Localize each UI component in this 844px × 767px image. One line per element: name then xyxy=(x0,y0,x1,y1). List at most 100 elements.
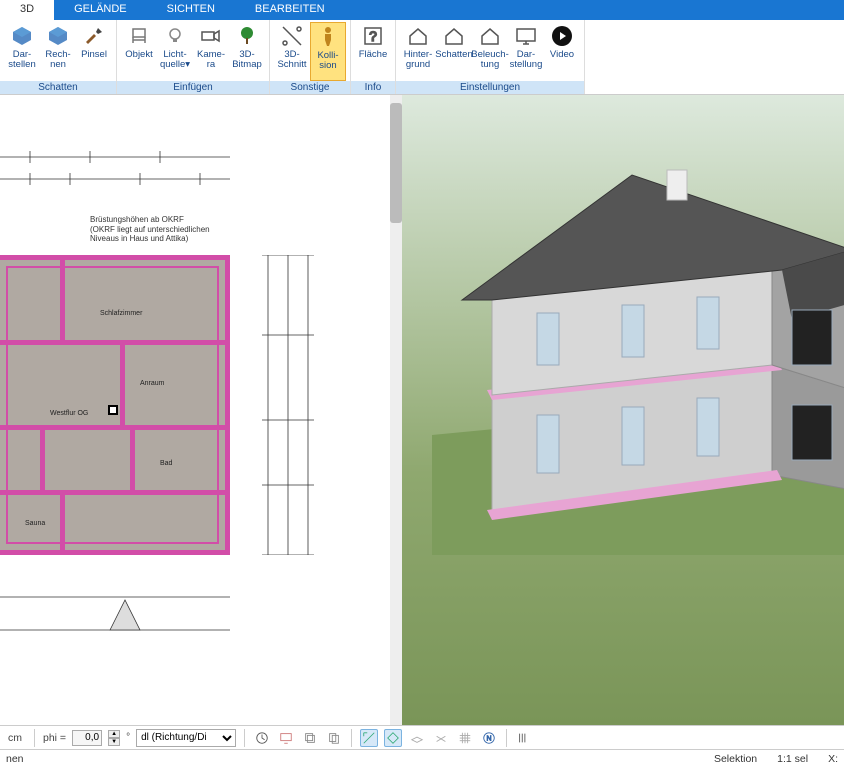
status-left: nen xyxy=(6,753,24,765)
darstellen-button[interactable]: Dar- stellen xyxy=(4,22,40,81)
snap-diamond-icon[interactable] xyxy=(384,729,402,747)
ribbon-group-label: Sonstige xyxy=(270,81,350,94)
ribbon-group-sonstige: 3D- Schnitt Kolli- sion Sonstige xyxy=(270,20,351,94)
button-label: stellen xyxy=(8,60,35,70)
hintergrund-button[interactable]: Hinter- grund xyxy=(400,22,436,81)
objekt-button[interactable]: Objekt xyxy=(121,22,157,81)
button-label: Fläche xyxy=(359,50,388,60)
person-icon xyxy=(316,25,340,49)
phi-spinner[interactable]: ▲▼ xyxy=(108,730,120,746)
camera-icon xyxy=(199,24,223,48)
vertical-scrollbar[interactable] xyxy=(390,95,402,725)
lichtquelle-button[interactable]: Licht- quelle▾ xyxy=(157,22,193,81)
rechnen-button[interactable]: Rech- nen xyxy=(40,22,76,81)
section-sketch xyxy=(0,585,230,645)
play-icon xyxy=(550,24,574,48)
status-x: X: xyxy=(828,753,838,765)
ribbon-group-einfuegen: Objekt Licht- quelle▾ Kame- ra 3D- Bitma… xyxy=(117,20,270,94)
room-label: Bad xyxy=(160,460,172,467)
kamera-button[interactable]: Kame- ra xyxy=(193,22,229,81)
house-icon xyxy=(406,24,430,48)
status-ratio: 1:1 sel xyxy=(777,753,808,765)
ruler-options-icon[interactable] xyxy=(515,729,533,747)
ribbon-group-info: ? Fläche Info xyxy=(351,20,396,94)
house-icon xyxy=(442,24,466,48)
clock-icon[interactable] xyxy=(253,729,271,747)
main-tabs: 3D GELÄNDE SICHTEN BEARBEITEN xyxy=(0,0,844,20)
ribbon: Dar- stellen Rech- nen Pinsel Schatten O… xyxy=(0,20,844,95)
snap-endpoint-icon[interactable] xyxy=(360,729,378,747)
screen-icon xyxy=(514,24,538,48)
beleuchtung-button[interactable]: Beleuch- tung xyxy=(472,22,508,81)
button-label: stellung xyxy=(510,60,543,70)
layers-icon[interactable] xyxy=(301,729,319,747)
schatten-settings-button[interactable]: Schatten xyxy=(436,22,472,81)
room-label: Schlafzimmer xyxy=(100,310,142,317)
cube-icon xyxy=(10,24,34,48)
tab-bearbeiten[interactable]: BEARBEITEN xyxy=(235,0,345,20)
direction-select[interactable]: dl (Richtung/Di xyxy=(136,729,236,747)
tab-sichten[interactable]: SICHTEN xyxy=(147,0,235,20)
snap-plane-icon[interactable] xyxy=(408,729,426,747)
ribbon-group-schatten: Dar- stellen Rech- nen Pinsel Schatten xyxy=(0,20,117,94)
screen-icon[interactable] xyxy=(277,729,295,747)
button-label: ra xyxy=(207,60,215,70)
room-label: Anraum xyxy=(140,380,165,387)
status-selektion: Selektion xyxy=(714,753,757,765)
room-label: Sauna xyxy=(25,520,45,527)
button-label: Bitmap xyxy=(232,60,262,70)
north-icon[interactable]: N xyxy=(480,729,498,747)
svg-text:N: N xyxy=(487,735,492,742)
ribbon-group-label: Einfügen xyxy=(117,81,269,94)
tree-icon xyxy=(235,24,259,48)
unit-label: cm xyxy=(4,732,26,744)
chair-icon xyxy=(127,24,151,48)
button-label: Schnitt xyxy=(277,60,306,70)
snap-tilted-icon[interactable] xyxy=(432,729,450,747)
button-label: Objekt xyxy=(125,50,152,60)
floor-plan: Schlafzimmer Anraum Westflur OG Bad Saun… xyxy=(0,255,230,555)
grid-icon[interactable] xyxy=(456,729,474,747)
darstellung-button[interactable]: Dar- stellung xyxy=(508,22,544,81)
phi-label: phi = xyxy=(43,732,66,744)
scissors-icon xyxy=(280,24,304,48)
3d-view[interactable] xyxy=(402,95,844,725)
house-icon xyxy=(478,24,502,48)
tab-3d[interactable]: 3D xyxy=(0,0,54,20)
floorplan-2d-view[interactable]: Brüstungshöhen ab OKRF (OKRF liegt auf u… xyxy=(0,95,390,725)
cube-icon xyxy=(46,24,70,48)
button-label: Pinsel xyxy=(81,50,107,60)
status-bar: nen Selektion 1:1 sel X: xyxy=(0,749,844,767)
scrollbar-thumb[interactable] xyxy=(390,103,402,223)
bulb-icon xyxy=(163,24,187,48)
dimension-lines-right xyxy=(260,255,330,555)
svg-text:?: ? xyxy=(369,28,377,44)
ribbon-group-label: Einstellungen xyxy=(396,81,584,94)
brush-icon xyxy=(82,24,106,48)
bottom-toolbar: cm phi = ▲▼ ° dl (Richtung/Di N xyxy=(0,725,844,749)
button-label: Video xyxy=(550,50,574,60)
house-3d-render xyxy=(432,135,844,555)
workspace: Brüstungshöhen ab OKRF (OKRF liegt auf u… xyxy=(0,95,844,725)
ribbon-group-label: Info xyxy=(351,81,395,94)
room-label: Westflur OG xyxy=(50,410,88,417)
ribbon-group-einstellungen: Hinter- grund Schatten Beleuch- tung Dar… xyxy=(396,20,585,94)
button-label: quelle▾ xyxy=(160,60,190,70)
3d-bitmap-button[interactable]: 3D- Bitmap xyxy=(229,22,265,81)
button-label: grund xyxy=(406,60,430,70)
flaeche-button[interactable]: ? Fläche xyxy=(355,22,391,81)
button-label: Schatten xyxy=(435,50,473,60)
copy-icon[interactable] xyxy=(325,729,343,747)
button-label: sion xyxy=(319,61,336,71)
video-button[interactable]: Video xyxy=(544,22,580,81)
button-label: tung xyxy=(481,60,500,70)
kollision-button[interactable]: Kolli- sion xyxy=(310,22,346,81)
selection-marker[interactable] xyxy=(108,405,118,415)
3d-schnitt-button[interactable]: 3D- Schnitt xyxy=(274,22,310,81)
ribbon-group-label: Schatten xyxy=(0,81,116,94)
phi-input[interactable] xyxy=(72,730,102,746)
tab-gelaende[interactable]: GELÄNDE xyxy=(54,0,147,20)
pinsel-button[interactable]: Pinsel xyxy=(76,22,112,81)
question-icon: ? xyxy=(361,24,385,48)
button-label: nen xyxy=(50,60,66,70)
